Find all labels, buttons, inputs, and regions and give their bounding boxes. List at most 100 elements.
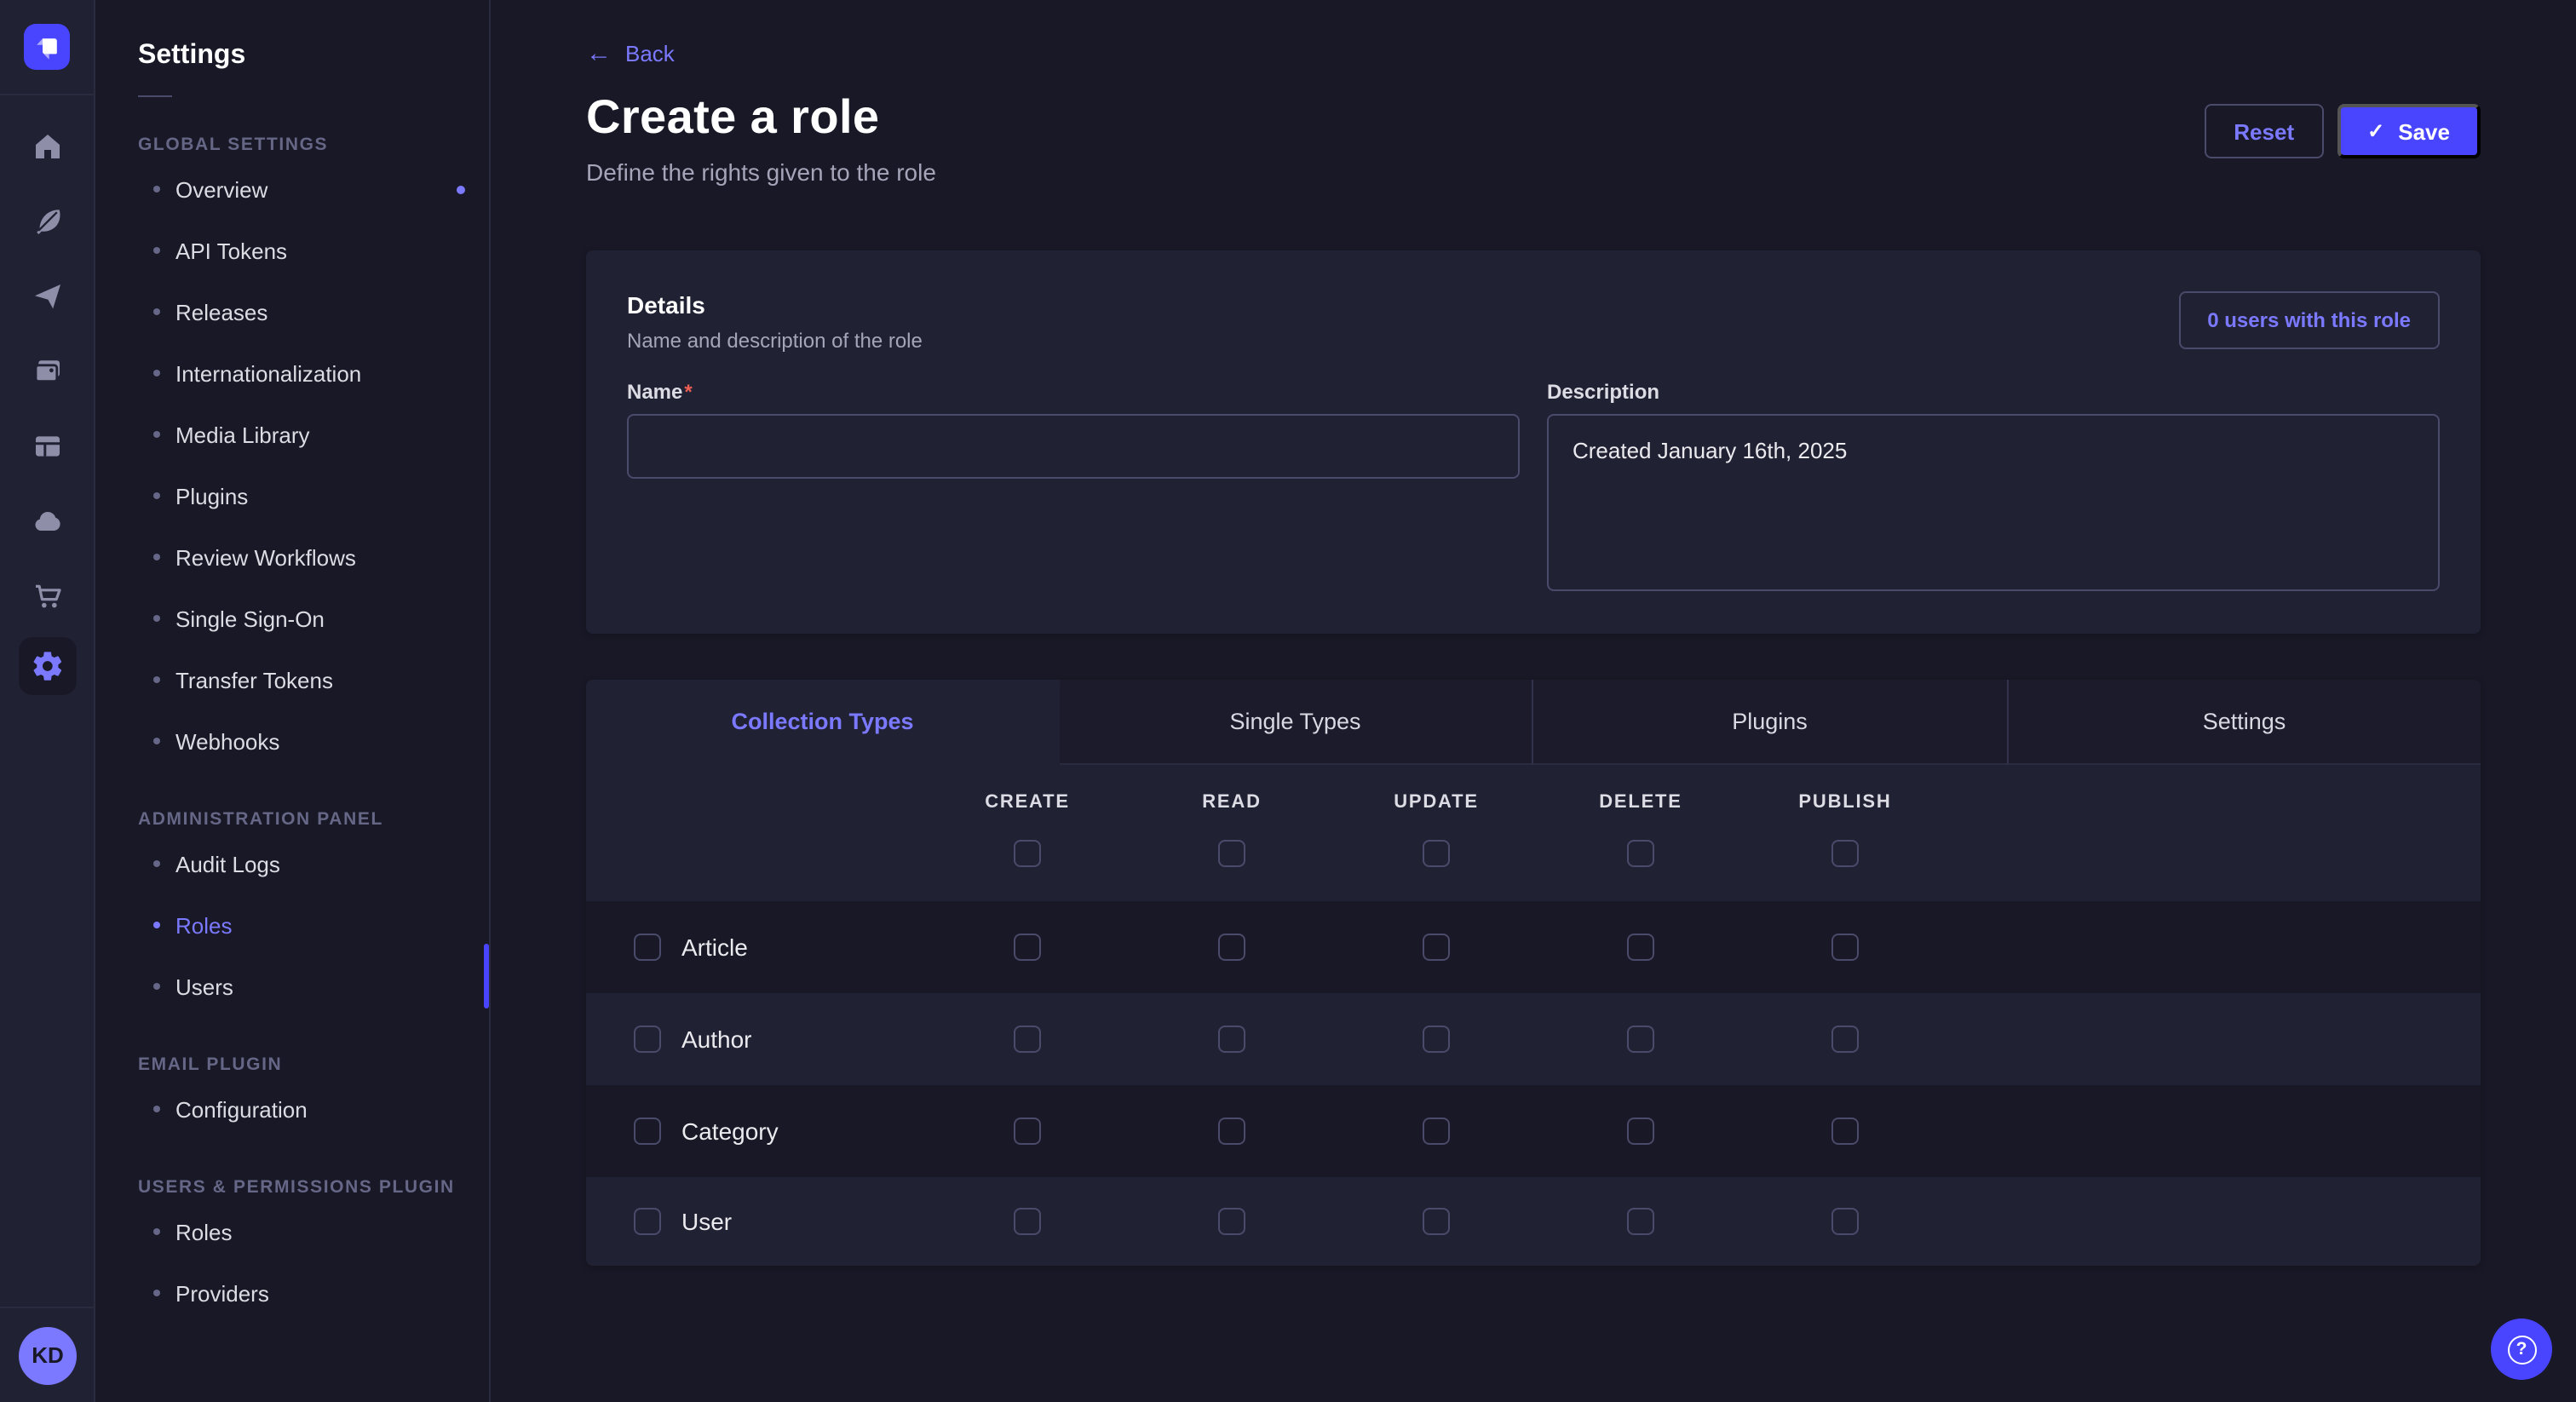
rail-divider [0, 94, 95, 95]
create-checkbox[interactable] [1014, 934, 1041, 961]
paper-plane-icon [30, 279, 64, 313]
help-button[interactable]: ? [2491, 1319, 2552, 1380]
table-row-user: User [586, 1177, 2481, 1266]
nav-settings-button-active[interactable] [18, 637, 76, 695]
select-all-read-checkbox[interactable] [1218, 840, 1245, 867]
sidebar-item-releases[interactable]: Releases [138, 281, 489, 342]
media-library-icon [30, 354, 64, 388]
sidebar-item-label: Roles [175, 912, 233, 938]
delete-checkbox[interactable] [1627, 1208, 1654, 1235]
update-checkbox[interactable] [1423, 1208, 1450, 1235]
sidebar-item-label: Roles [175, 1219, 233, 1244]
read-checkbox[interactable] [1218, 1208, 1245, 1235]
sidebar-item-up-roles[interactable]: Roles [138, 1201, 489, 1262]
create-checkbox[interactable] [1014, 1026, 1041, 1053]
cloud-icon [30, 504, 64, 538]
bullet-icon [153, 1290, 160, 1296]
user-avatar[interactable]: KD [19, 1326, 77, 1384]
strapi-logo[interactable] [24, 24, 70, 70]
table-row-author: Author [586, 993, 2481, 1085]
column-header-publish: PUBLISH [1743, 792, 1947, 813]
create-checkbox[interactable] [1014, 1208, 1041, 1235]
sidebar-item-label: Overview [175, 176, 267, 202]
select-all-update-checkbox[interactable] [1423, 840, 1450, 867]
sidebar-item-configuration[interactable]: Configuration [138, 1078, 489, 1140]
back-link[interactable]: ← Back [586, 41, 675, 66]
sidebar-item-internationalization[interactable]: Internationalization [138, 342, 489, 404]
main-nav-rail: KD [0, 0, 95, 1402]
section-label-users-permissions-plugin: USERS & PERMISSIONS PLUGIN [138, 1177, 489, 1198]
delete-checkbox[interactable] [1627, 934, 1654, 961]
bullet-icon [153, 738, 160, 744]
bullet-icon [153, 676, 160, 683]
sidebar-item-label: Transfer Tokens [175, 667, 333, 692]
sidebar-title: Settings [138, 41, 489, 72]
page-header: Create a role Define the rights given to… [586, 90, 2481, 186]
feather-icon [30, 204, 64, 238]
sidebar-item-plugins[interactable]: Plugins [138, 465, 489, 526]
row-select-checkbox[interactable] [634, 1026, 661, 1053]
tab-plugins[interactable]: Plugins [1532, 680, 2006, 765]
tab-settings[interactable]: Settings [2006, 680, 2481, 765]
sidebar-item-providers[interactable]: Providers [138, 1262, 489, 1324]
select-all-publish-checkbox[interactable] [1831, 840, 1859, 867]
publish-checkbox[interactable] [1831, 1118, 1859, 1145]
nav-media-library-button[interactable] [30, 354, 64, 388]
read-checkbox[interactable] [1218, 1118, 1245, 1145]
nav-releases-button[interactable] [30, 279, 64, 313]
read-checkbox[interactable] [1218, 1026, 1245, 1053]
name-input[interactable] [627, 414, 1520, 479]
sidebar-item-media-library[interactable]: Media Library [138, 404, 489, 465]
nav-content-type-builder-button[interactable] [30, 429, 64, 463]
sidebar-item-label: Media Library [175, 422, 310, 447]
sidebar-item-label: Webhooks [175, 728, 279, 754]
select-all-create-checkbox[interactable] [1014, 840, 1041, 867]
publish-checkbox[interactable] [1831, 934, 1859, 961]
sidebar-item-transfer-tokens[interactable]: Transfer Tokens [138, 649, 489, 710]
check-icon: ✓ [2367, 119, 2384, 143]
tab-collection-types[interactable]: Collection Types [586, 680, 1059, 765]
settings-sidebar: Settings GLOBAL SETTINGS Overview API To… [95, 0, 491, 1402]
update-checkbox[interactable] [1423, 1026, 1450, 1053]
column-header-delete: DELETE [1538, 792, 1743, 813]
page-subtitle: Define the rights given to the role [586, 158, 936, 186]
delete-checkbox[interactable] [1627, 1026, 1654, 1053]
permissions-card: Collection Types Single Types Plugins Se… [586, 680, 2481, 1266]
sidebar-item-api-tokens[interactable]: API Tokens [138, 220, 489, 281]
sidebar-item-webhooks[interactable]: Webhooks [138, 710, 489, 772]
nav-cloud-button[interactable] [30, 504, 64, 538]
sidebar-item-roles-active[interactable]: Roles [138, 894, 489, 956]
sidebar-item-users[interactable]: Users [138, 956, 489, 1017]
row-select-checkbox[interactable] [634, 1118, 661, 1145]
save-button[interactable]: ✓ Save [2337, 104, 2481, 158]
read-checkbox[interactable] [1218, 934, 1245, 961]
create-checkbox[interactable] [1014, 1118, 1041, 1145]
publish-checkbox[interactable] [1831, 1026, 1859, 1053]
row-select-checkbox[interactable] [634, 934, 661, 961]
reset-button[interactable]: Reset [2205, 104, 2323, 158]
sidebar-item-overview[interactable]: Overview [138, 158, 489, 220]
home-icon [30, 129, 64, 164]
tab-single-types[interactable]: Single Types [1059, 680, 1532, 765]
update-checkbox[interactable] [1423, 934, 1450, 961]
sidebar-item-review-workflows[interactable]: Review Workflows [138, 526, 489, 588]
nav-home-button[interactable] [30, 129, 64, 164]
description-textarea[interactable]: Created January 16th, 2025 [1547, 414, 2440, 591]
row-select-checkbox[interactable] [634, 1208, 661, 1235]
bullet-icon [153, 554, 160, 560]
users-with-role-button[interactable]: 0 users with this role [2178, 291, 2440, 349]
row-label: Category [681, 1118, 779, 1145]
delete-checkbox[interactable] [1627, 1118, 1654, 1145]
update-checkbox[interactable] [1423, 1118, 1450, 1145]
nav-marketplace-button[interactable] [30, 579, 64, 613]
nav-content-manager-button[interactable] [30, 204, 64, 238]
back-arrow-icon: ← [586, 41, 612, 66]
details-card: Details Name and description of the role… [586, 250, 2481, 634]
back-label: Back [625, 41, 675, 66]
permissions-table-header: CREATE READ UPDATE DELETE PUBLISH [586, 765, 2481, 901]
sidebar-item-single-sign-on[interactable]: Single Sign-On [138, 588, 489, 649]
sidebar-item-audit-logs[interactable]: Audit Logs [138, 833, 489, 894]
section-label-email-plugin: EMAIL PLUGIN [138, 1054, 489, 1075]
select-all-delete-checkbox[interactable] [1627, 840, 1654, 867]
publish-checkbox[interactable] [1831, 1208, 1859, 1235]
